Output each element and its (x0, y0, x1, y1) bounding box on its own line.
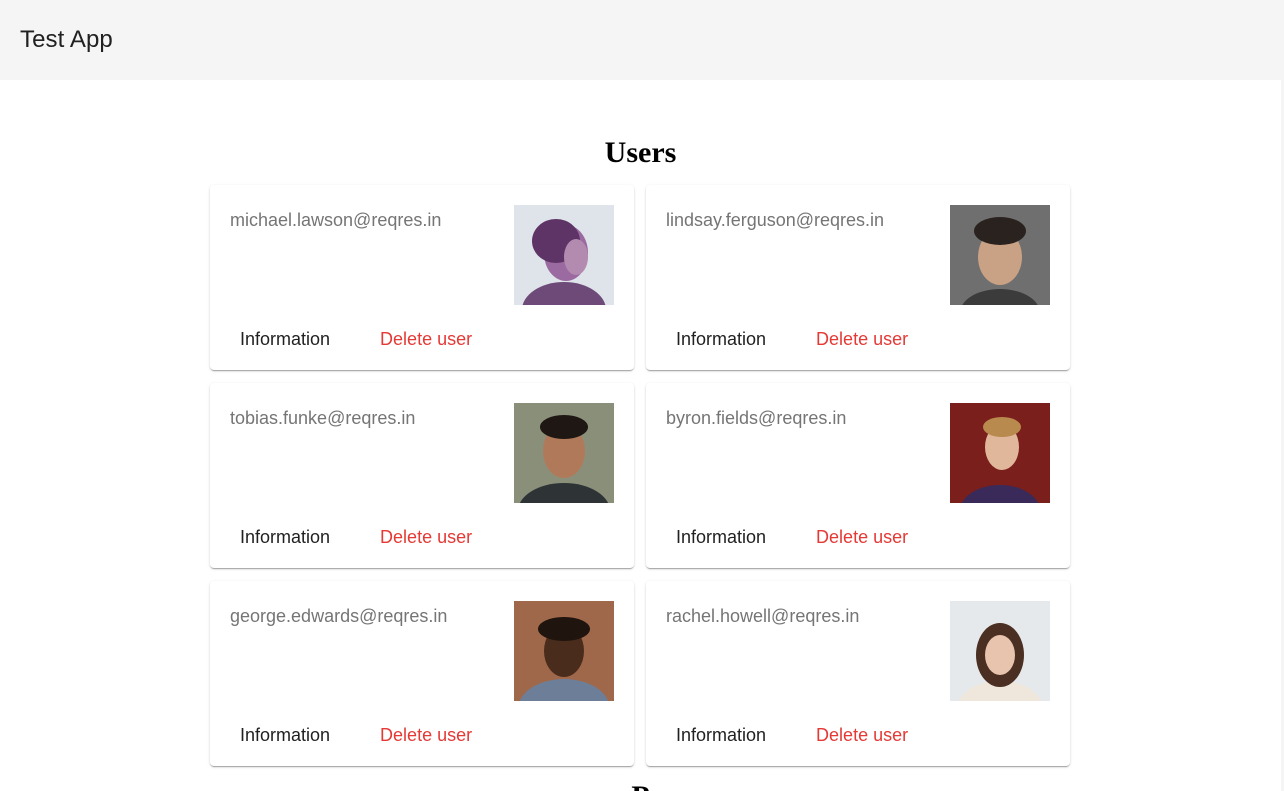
user-email: tobias.funke@reqres.in (230, 408, 416, 428)
users-grid: michael.lawson@reqres.in Information Del… (210, 185, 1070, 766)
information-button[interactable]: Information (666, 719, 776, 751)
delete-user-button[interactable]: Delete user (806, 323, 918, 355)
delete-user-button[interactable]: Delete user (370, 719, 482, 751)
information-button[interactable]: Information (666, 521, 776, 553)
information-button[interactable]: Information (230, 719, 340, 751)
app-title: Test App (20, 26, 113, 53)
delete-user-button[interactable]: Delete user (806, 719, 918, 751)
avatar (950, 403, 1050, 503)
user-email: lindsay.ferguson@reqres.in (666, 210, 885, 230)
information-button[interactable]: Information (230, 323, 340, 355)
avatar (950, 205, 1050, 305)
next-section-heading: P (0, 780, 1281, 791)
user-email: rachel.howell@reqres.in (666, 606, 860, 626)
avatar (514, 403, 614, 503)
delete-user-button[interactable]: Delete user (370, 521, 482, 553)
avatar (514, 601, 614, 701)
user-email: byron.fields@reqres.in (666, 408, 847, 428)
user-email: michael.lawson@reqres.in (230, 210, 442, 230)
avatar (950, 601, 1050, 701)
user-card: george.edwards@reqres.in Information Del… (210, 581, 634, 766)
avatar (514, 205, 614, 305)
user-card: rachel.howell@reqres.in Information Dele… (646, 581, 1070, 766)
users-heading: Users (604, 136, 677, 169)
user-email: george.edwards@reqres.in (230, 606, 448, 626)
delete-user-button[interactable]: Delete user (806, 521, 918, 553)
information-button[interactable]: Information (230, 521, 340, 553)
user-card: lindsay.ferguson@reqres.in Information D… (646, 185, 1070, 370)
user-card: michael.lawson@reqres.in Information Del… (210, 185, 634, 370)
delete-user-button[interactable]: Delete user (370, 323, 482, 355)
user-card: tobias.funke@reqres.in Information Delet… (210, 383, 634, 568)
app-bar: Test App (0, 0, 1281, 80)
user-card: byron.fields@reqres.in Information Delet… (646, 383, 1070, 568)
information-button[interactable]: Information (666, 323, 776, 355)
